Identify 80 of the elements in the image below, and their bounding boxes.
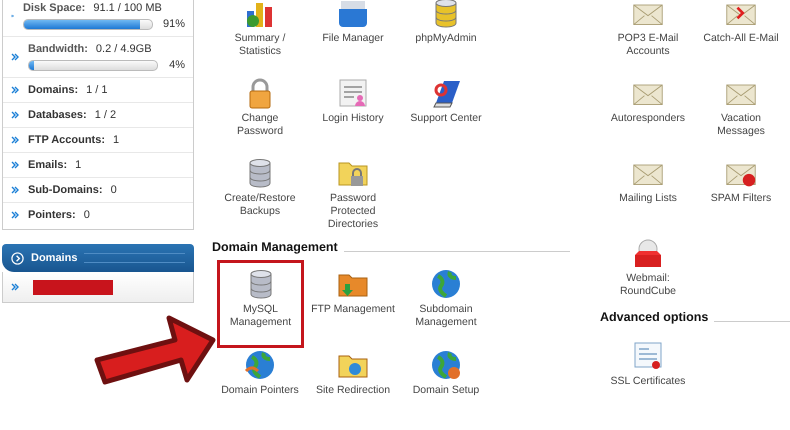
- globe-icon: [244, 349, 276, 381]
- stat-label: Sub-Domains:: [28, 184, 103, 196]
- feature-label: SSL Certificates: [610, 375, 686, 388]
- feature-link[interactable]: SSL Certificates: [602, 332, 694, 394]
- feature-label: phpMyAdmin: [415, 32, 477, 45]
- feature-label: Domain Pointers: [221, 384, 299, 397]
- feature-link[interactable]: Subdomain Management: [400, 260, 492, 335]
- stat-value: 0.2 / 4.9GB: [96, 43, 152, 55]
- feature-label: Autoresponders: [610, 112, 686, 125]
- feature-link[interactable]: Password Protected Directories: [307, 152, 399, 237]
- feature-label: Catch-All E-Mail: [703, 32, 779, 45]
- stat-value: 1: [75, 159, 82, 171]
- feature-link[interactable]: SPAM Filters: [695, 152, 787, 211]
- usage-percent: 91%: [162, 18, 185, 30]
- globe-icon: [430, 268, 462, 300]
- drawer-icon: [337, 0, 369, 29]
- document-icon: [337, 77, 369, 109]
- feature-link[interactable]: File Manager: [307, 0, 399, 51]
- feature-link[interactable]: Vacation Messages: [695, 72, 787, 144]
- feature-label: Summary / Statistics: [234, 32, 286, 58]
- panel-title: Domains: [31, 252, 78, 264]
- feature-label: Vacation Messages: [717, 112, 765, 138]
- stat-label: Pointers:: [28, 209, 76, 221]
- feature-label: Webmail: RoundCube: [620, 272, 676, 298]
- feature-link[interactable]: MySQL Management: [217, 260, 304, 348]
- feature-link[interactable]: POP3 E-Mail Accounts: [602, 0, 694, 64]
- feature-link[interactable]: Autoresponders: [602, 72, 694, 131]
- feature-label: Subdomain Management: [415, 303, 477, 329]
- cube-icon: [632, 237, 664, 269]
- stat-label: Disk Space:: [22, 2, 86, 14]
- feature-label: Domain Setup: [412, 384, 480, 397]
- feature-link[interactable]: Site Redirection: [307, 341, 399, 403]
- section-title: Domain Management: [212, 240, 338, 254]
- chevron-icon: [11, 53, 19, 61]
- chevron-icon: [11, 136, 19, 144]
- certificate-icon: [632, 340, 664, 372]
- chevron-icon: [11, 12, 14, 20]
- feature-label: SPAM Filters: [710, 192, 772, 205]
- section-title: Advanced options: [600, 310, 708, 324]
- feature-link[interactable]: Summary / Statistics: [214, 0, 306, 64]
- feature-label: File Manager: [322, 32, 384, 45]
- feature-link[interactable]: Create/Restore Backups: [214, 152, 306, 224]
- stat-value: 0: [110, 184, 117, 196]
- chevron-icon: [11, 283, 19, 291]
- feature-label: Create/Restore Backups: [224, 192, 296, 218]
- feature-label: POP3 E-Mail Accounts: [618, 32, 678, 58]
- feature-link[interactable]: Webmail: RoundCube: [602, 232, 694, 304]
- feature-label: Mailing Lists: [619, 192, 677, 205]
- usage-percent: 4%: [168, 59, 185, 71]
- stat-value: 91.1 / 100 MB: [93, 2, 162, 14]
- feature-label: Support Center: [410, 112, 482, 125]
- feature-link[interactable]: Change Password: [214, 72, 306, 144]
- feature-link[interactable]: FTP Management: [307, 260, 399, 322]
- feature-label: Password Protected Directories: [328, 192, 378, 231]
- stat-value: 1 / 1: [86, 84, 108, 96]
- globe-icon: [430, 349, 462, 381]
- feature-link[interactable]: phpMyAdmin: [400, 0, 492, 51]
- feature-link[interactable]: Mailing Lists: [602, 152, 694, 211]
- stat-value: 1 / 2: [94, 109, 116, 121]
- stat-label: FTP Accounts:: [28, 134, 106, 146]
- stat-label: Databases:: [28, 109, 87, 121]
- chevron-icon: [11, 186, 19, 194]
- feature-label: FTP Management: [311, 303, 395, 316]
- feature-label: MySQL Management: [230, 303, 292, 329]
- chevron-icon: [11, 86, 19, 94]
- stat-label: Domains:: [28, 84, 78, 96]
- feature-link[interactable]: Login History: [307, 72, 399, 131]
- stat-label: Bandwidth:: [28, 43, 88, 55]
- stat-value: 1: [113, 134, 120, 146]
- feature-link[interactable]: Catch-All E-Mail: [695, 0, 787, 51]
- stat-value: 0: [84, 209, 90, 221]
- stat-label: Emails:: [28, 159, 68, 171]
- feature-link[interactable]: Support Center: [400, 72, 492, 131]
- feature-label: Site Redirection: [316, 384, 390, 397]
- feature-label: Change Password: [236, 112, 284, 138]
- chevron-icon: [11, 111, 19, 119]
- feature-label: Login History: [322, 112, 384, 125]
- chevron-icon: [11, 211, 19, 219]
- feature-link[interactable]: Domain Setup: [400, 341, 492, 403]
- chevron-icon: [11, 161, 19, 169]
